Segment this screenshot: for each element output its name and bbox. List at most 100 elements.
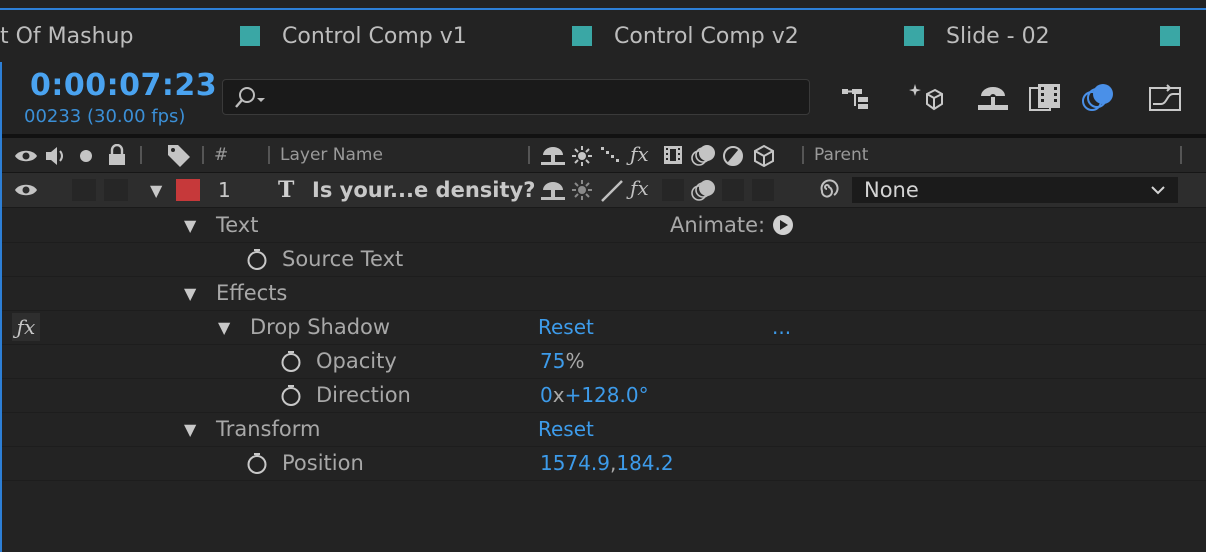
solo-dot-icon[interactable] [78, 148, 94, 164]
shy-layers-icon[interactable] [974, 80, 1012, 116]
tab-label: Control Comp v1 [282, 23, 467, 49]
property-position[interactable]: Position 1574.9, 184.2 [2, 446, 1206, 481]
column-divider [528, 146, 530, 164]
stopwatch-icon[interactable] [280, 350, 302, 372]
reset-link[interactable]: Reset [538, 412, 594, 446]
animate-play-icon[interactable] [772, 214, 794, 236]
column-divider [802, 146, 804, 164]
quality-switch-icon[interactable] [600, 146, 622, 166]
twirl-down-icon[interactable]: ▼ [184, 208, 196, 242]
direction-degrees[interactable]: +128.0° [565, 383, 649, 407]
layer-twirl-down-icon[interactable]: ▼ [150, 173, 162, 207]
tab-color-swatch [572, 26, 592, 46]
parent-dropdown[interactable]: None [852, 177, 1178, 203]
video-visibility-eye-icon[interactable] [14, 181, 38, 199]
effect-label: Drop Shadow [250, 315, 391, 339]
property-source-text[interactable]: Source Text [2, 242, 1206, 277]
lock-toggle[interactable] [104, 179, 128, 201]
opacity-value-display[interactable]: 75% [540, 344, 584, 378]
3d-layer-icon[interactable] [752, 144, 776, 168]
position-y[interactable]: 184.2 [616, 451, 673, 475]
column-divider [140, 146, 142, 164]
motion-blur-toggle-icon[interactable] [690, 178, 718, 202]
effects-fx-icon[interactable]: ƒx [630, 142, 649, 166]
audio-speaker-icon[interactable] [44, 145, 68, 167]
quality-best-icon[interactable] [600, 179, 624, 203]
3d-layer-toggle[interactable] [752, 179, 774, 201]
effect-enable-fx-icon[interactable]: ƒx [12, 313, 40, 341]
tab-color-swatch [240, 26, 260, 46]
tab-color-swatch [1160, 26, 1180, 46]
column-layer-name[interactable]: Layer Name [280, 138, 383, 172]
twirl-down-icon[interactable]: ▼ [184, 276, 196, 310]
tab-control-comp-v2[interactable]: Control Comp v2 [572, 10, 799, 62]
effect-options-more[interactable]: ... [772, 310, 791, 344]
column-number[interactable]: # [214, 138, 228, 172]
text-layer-icon: T [278, 177, 295, 203]
motion-blur-switch-icon[interactable] [690, 143, 718, 167]
tab-label: t Of Mashup [0, 23, 134, 49]
effects-switch-fx-icon[interactable]: ƒx [630, 176, 649, 200]
lock-icon[interactable] [106, 144, 128, 166]
direction-value-display[interactable]: 0 x +128.0° [540, 378, 649, 412]
adjustment-layer-icon[interactable] [722, 145, 744, 167]
layer-column-header: # Layer Name ƒx Parent [2, 138, 1206, 173]
stopwatch-icon[interactable] [246, 452, 268, 474]
adjustment-layer-toggle[interactable] [722, 179, 744, 201]
direction-revolutions[interactable]: 0 [540, 383, 553, 407]
property-group-effects[interactable]: ▼ Effects [2, 276, 1206, 311]
draft-3d-icon[interactable] [906, 80, 944, 116]
property-group-transform[interactable]: ▼ Transform Reset [2, 412, 1206, 447]
search-icon [235, 87, 265, 108]
frame-blending-switch-icon[interactable] [662, 144, 684, 166]
tab-slide-02[interactable]: Slide - 02 [904, 10, 1050, 62]
frame-count-display[interactable]: 00233 (30.00 fps) [24, 106, 185, 127]
current-time-display[interactable]: 0:00:07:23 [30, 68, 217, 103]
stopwatch-icon[interactable] [246, 248, 268, 270]
tab-color-swatch [904, 26, 924, 46]
twirl-down-icon[interactable]: ▼ [184, 412, 196, 446]
motion-blur-icon[interactable] [1080, 80, 1118, 116]
property-label: Text [216, 213, 259, 237]
opacity-value[interactable]: 75 [540, 349, 565, 373]
column-divider [202, 146, 204, 164]
stopwatch-icon[interactable] [280, 384, 302, 406]
parent-pickwhip-icon[interactable] [814, 175, 840, 203]
composition-flowchart-icon[interactable] [838, 80, 876, 116]
property-label: Position [282, 451, 364, 475]
layer-name[interactable]: Is your...e density? [312, 173, 535, 207]
graph-editor-icon[interactable] [1146, 80, 1184, 116]
solo-toggle[interactable] [72, 179, 96, 201]
column-parent[interactable]: Parent [814, 138, 868, 172]
property-opacity[interactable]: Opacity 75% [2, 344, 1206, 379]
shy-switch-icon[interactable] [540, 145, 566, 167]
property-label: Transform [216, 417, 321, 441]
label-tag-icon[interactable] [166, 143, 192, 167]
property-label: Effects [216, 281, 288, 305]
frame-blending-icon[interactable] [1026, 80, 1064, 116]
frame-blending-toggle[interactable] [662, 179, 684, 201]
collapse-transformations-icon[interactable] [572, 146, 592, 166]
collapse-transformations-switch-icon[interactable] [572, 180, 592, 200]
position-value-display[interactable]: 1574.9, 184.2 [540, 446, 674, 480]
layer-search-input[interactable] [222, 79, 810, 115]
property-group-text[interactable]: ▼ Text Animate: [2, 208, 1206, 243]
reset-link[interactable]: Reset [538, 310, 594, 344]
tab-control-comp-v1[interactable]: Control Comp v1 [240, 10, 467, 62]
layer-row[interactable]: ▼ 1 T Is your...e density? ƒx None [2, 173, 1206, 208]
composition-tabs: t Of Mashup Control Comp v1 Control Comp… [0, 10, 1206, 62]
property-direction[interactable]: Direction 0 x +128.0° [2, 378, 1206, 413]
tab-mashup[interactable]: t Of Mashup [0, 10, 133, 62]
property-label: Direction [316, 383, 411, 407]
animate-menu-label[interactable]: Animate: [670, 208, 765, 242]
direction-separator: x [552, 383, 565, 407]
shy-switch-icon[interactable] [540, 180, 566, 202]
tab-label: Control Comp v2 [614, 23, 799, 49]
video-eye-icon[interactable] [14, 147, 38, 165]
effect-drop-shadow[interactable]: ƒx ▼ Drop Shadow Reset ... [2, 310, 1206, 345]
twirl-down-icon[interactable]: ▼ [218, 310, 230, 344]
tab-overflow[interactable] [1160, 10, 1202, 62]
position-x[interactable]: 1574.9 [540, 451, 610, 475]
timeline-panel: t Of Mashup Control Comp v1 Control Comp… [0, 0, 1206, 552]
layer-label-color[interactable] [176, 179, 200, 201]
